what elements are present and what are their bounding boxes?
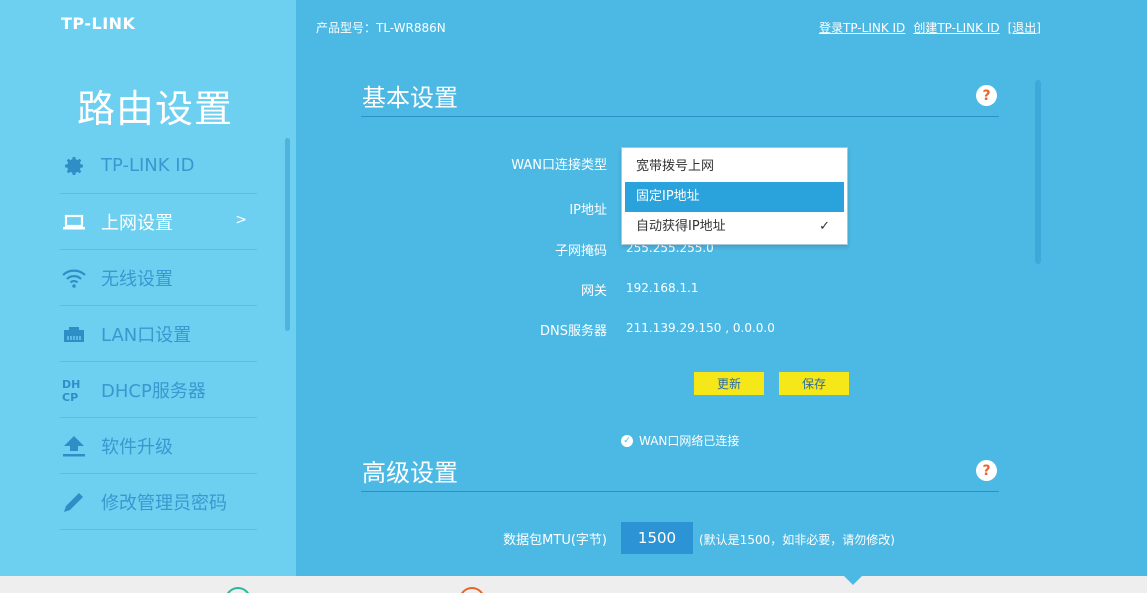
check-circle-icon: ✓ [621,434,633,447]
sidebar-item-lan[interactable]: LAN口设置 [60,306,257,362]
svg-text:DH: DH [62,378,80,391]
sidebar-item-tp-link-id[interactable]: TP-LINK ID [60,138,257,194]
refresh-button[interactable]: 更新 [694,372,764,395]
footer [0,576,1147,593]
main-scrollbar[interactable] [1035,80,1041,264]
sidebar-item-label: LAN口设置 [101,324,192,346]
sidebar-scrollbar[interactable] [285,138,290,331]
gateway-label: 网关 [580,284,607,299]
sidebar-item-internet[interactable]: 上网设置 > [60,194,257,250]
tp-link-logo: TP-LINK [61,14,136,33]
product-model: 产品型号：TL-WR886N [316,21,446,35]
upload-icon [61,433,87,459]
wan-status: ✓ WAN口网络已连接 [621,432,739,449]
sidebar-item-label: TP-LINK ID [101,155,195,176]
account-links: 登录TP-LINK ID 创建TP-LINK ID [退出] [819,19,1041,36]
sidebar-item-label: DHCP服务器 [101,380,206,402]
footer-pointer [844,576,862,585]
sidebar-item-label: 无线设置 [101,268,173,290]
pencil-icon [61,489,87,515]
wifi-icon [61,265,87,291]
checkmark-icon: ✓ [819,219,830,234]
divider [361,116,999,117]
dns-server-label: DNS服务器 [540,324,607,339]
chevron-right-icon: > [235,212,247,228]
laptop-icon [61,209,87,235]
lan-port-icon [61,321,87,347]
subnet-mask-label: 子网掩码 [554,244,607,259]
sidebar-item-wireless[interactable]: 无线设置 [60,250,257,306]
wan-type-label: WAN口连接类型 [511,158,607,173]
advanced-settings-title: 高级设置 [362,459,458,487]
sidebar-item-dhcp[interactable]: DH CP DHCP服务器 [60,362,257,418]
sidebar-item-label: 软件升级 [101,436,173,458]
dhcp-icon: DH CP [61,377,87,403]
sidebar-title: 路由设置 [77,87,234,131]
create-tp-link-id-link[interactable]: 创建TP-LINK ID [913,19,999,36]
help-icon[interactable]: ? [976,85,997,106]
wan-type-dropdown[interactable]: 宽带拨号上网 固定IP地址 自动获得IP地址 ✓ [621,147,848,245]
divider [361,491,999,492]
mtu-hint: (默认是1500，如非必要，请勿修改) [699,533,895,547]
svg-text:CP: CP [62,391,78,403]
gateway-value: 192.168.1.1 [626,281,699,295]
wan-status-text: WAN口网络已连接 [639,434,740,448]
mtu-label: 数据包MTU(字节) [503,533,607,548]
dropdown-option-label: 自动获得IP地址 [636,219,726,234]
ip-address-label: IP地址 [569,203,607,218]
sidebar-item-label: 修改管理员密码 [101,492,227,514]
basic-settings-title: 基本设置 [362,84,458,112]
dropdown-option-pppoe[interactable]: 宽带拨号上网 [625,152,844,182]
login-tp-link-id-link[interactable]: 登录TP-LINK ID [819,19,905,36]
help-icon[interactable]: ? [976,460,997,481]
sidebar: TP-LINK 路由设置 TP-LINK ID 上网设置 > 无线设置 LAN口… [0,0,296,576]
mtu-input[interactable]: 1500 [621,522,693,554]
sidebar-nav: TP-LINK ID 上网设置 > 无线设置 LAN口设置 DHCP DHCP [60,138,257,530]
dropdown-option-dhcp[interactable]: 自动获得IP地址 ✓ [625,212,844,242]
sidebar-item-upgrade[interactable]: 软件升级 [60,418,257,474]
logout-link[interactable]: [退出] [1008,19,1041,36]
gear-icon [61,153,87,179]
save-button[interactable]: 保存 [779,372,849,395]
dns-server-value: 211.139.29.150 , 0.0.0.0 [626,321,775,335]
sidebar-item-label: 上网设置 [101,212,173,234]
sidebar-item-password[interactable]: 修改管理员密码 [60,474,257,530]
dropdown-option-static-ip[interactable]: 固定IP地址 [625,182,844,212]
